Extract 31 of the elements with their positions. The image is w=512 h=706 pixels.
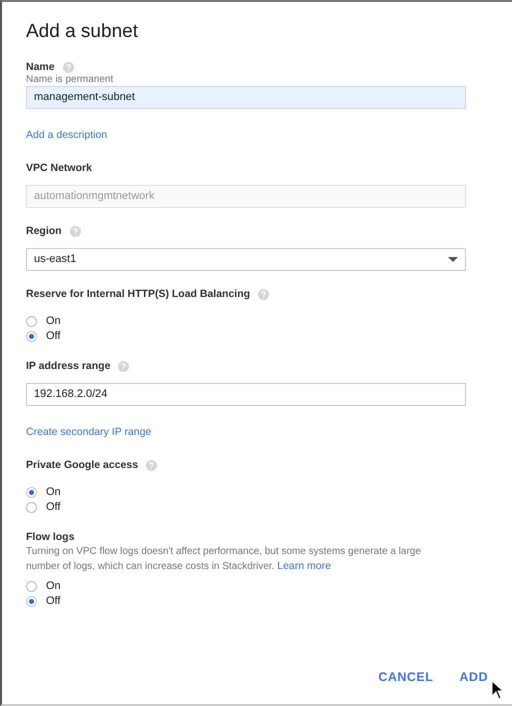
field-label: IP address range (26, 360, 110, 372)
text-link[interactable]: Create secondary IP range (26, 426, 152, 438)
region-dropdown[interactable]: us-east1 (26, 248, 466, 271)
field-hint: Name is permanent (26, 74, 114, 86)
help-icon[interactable] (146, 460, 158, 470)
field-label: Name (26, 61, 55, 73)
radio-option[interactable]: Off (26, 501, 466, 514)
help-icon[interactable] (118, 360, 130, 372)
help-icon[interactable] (62, 62, 74, 72)
help-icon[interactable] (70, 226, 81, 236)
learn-more-link[interactable]: Learn more (277, 560, 331, 572)
help-icon[interactable] (258, 288, 270, 300)
radio-option[interactable]: Off (26, 330, 466, 343)
field-label: Reserve for Internal HTTP(S) Load Balancing (26, 288, 250, 300)
radio-option[interactable]: On (26, 486, 466, 499)
dialog-button[interactable]: ADD (457, 666, 490, 688)
caret-icon (448, 257, 458, 262)
dialog-button[interactable]: CANCEL (376, 666, 436, 688)
dialog-title: Add a subnet (26, 20, 139, 44)
input-field[interactable]: 192.168.2.0/24 (26, 383, 466, 406)
radio-option[interactable]: On (26, 580, 466, 593)
field-label: Private Google access (26, 459, 138, 471)
text-link[interactable]: Add a description (26, 129, 108, 141)
field-label: Flow logs (26, 531, 74, 543)
input-field[interactable]: management-subnet (26, 86, 466, 109)
radio-option[interactable]: On (26, 315, 466, 328)
pointer-cursor-icon (491, 680, 504, 700)
radio-option[interactable]: Off (26, 595, 466, 608)
field-label: Region (26, 225, 62, 237)
field-label: VPC Network (26, 162, 92, 174)
field-description: Turning on VPC flow logs doesn't affect performance, but some systems generate a large number of logs, which can increase costs in Stackdriver. Learn more (26, 545, 422, 574)
